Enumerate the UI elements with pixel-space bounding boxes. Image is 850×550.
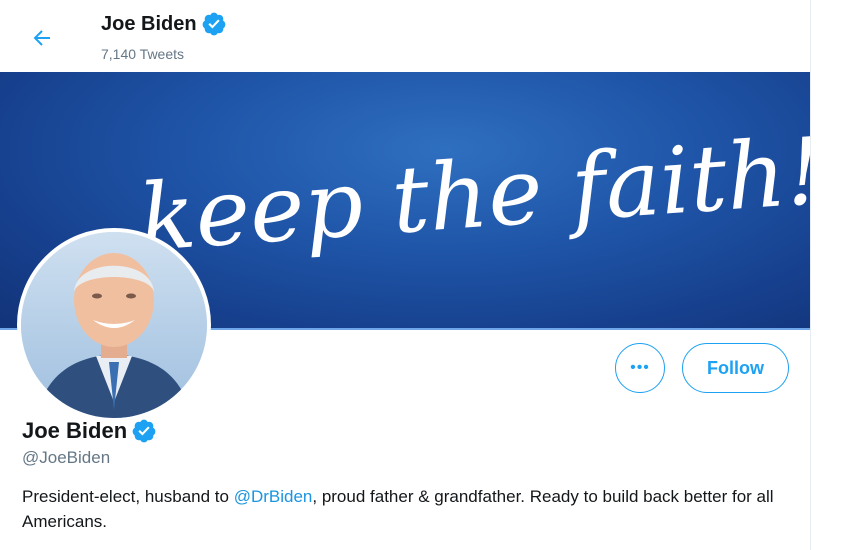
arrow-left-icon	[33, 30, 50, 46]
profile-handle: @JoeBiden	[22, 448, 111, 467]
back-button[interactable]	[26, 22, 58, 54]
bio-mention-link[interactable]: @DrBiden	[234, 487, 313, 506]
profile-bio: President-elect, husband to @DrBiden, pr…	[22, 484, 782, 534]
header-title: Joe Biden	[101, 11, 227, 37]
profile-column: Joe Biden 7,140 Tweets keep the faith! •…	[0, 0, 811, 550]
verified-badge-icon	[132, 419, 156, 443]
verified-badge-icon	[202, 12, 225, 36]
profile-header-bar: Joe Biden 7,140 Tweets	[0, 0, 810, 70]
avatar-portrait	[21, 232, 207, 418]
follow-button[interactable]: Follow	[682, 343, 789, 393]
header-name: Joe Biden	[101, 12, 197, 35]
svg-text:keep the faith!: keep the faith!	[136, 118, 810, 272]
profile-name: Joe Biden	[22, 418, 157, 444]
avatar[interactable]	[17, 228, 211, 422]
tweet-count: 7,140 Tweets	[101, 46, 185, 62]
profile-display-name: Joe Biden	[22, 418, 128, 443]
more-options-icon: •••	[630, 359, 650, 376]
more-options-button[interactable]: •••	[615, 343, 665, 393]
bio-text-start: President-elect, husband to	[22, 487, 234, 506]
